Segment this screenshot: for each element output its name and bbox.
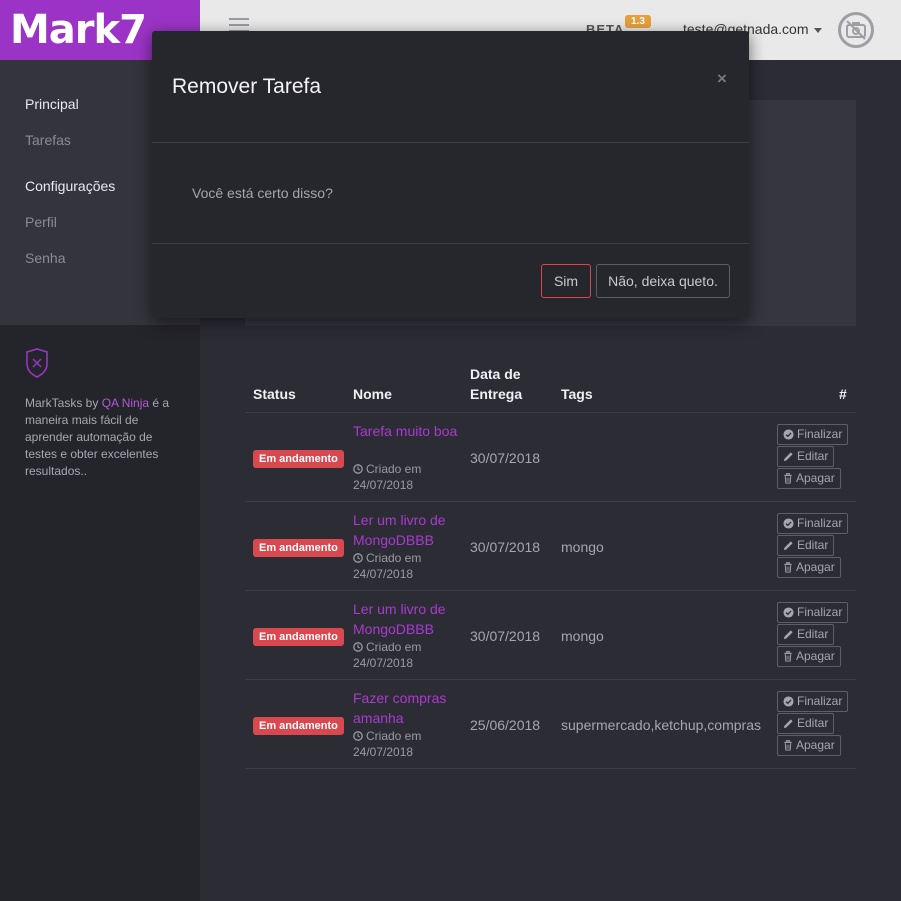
cancel-button[interactable]: Não, deixa queto.: [596, 264, 730, 298]
modal-header-divider: [152, 142, 749, 143]
modal-title: Remover Tarefa: [172, 75, 322, 98]
close-icon[interactable]: ×: [717, 69, 727, 89]
remove-task-modal: Remover Tarefa × Você está certo disso? …: [152, 31, 749, 318]
confirm-button[interactable]: Sim: [541, 264, 591, 298]
modal-footer-divider: [152, 243, 749, 244]
modal-message: Você está certo disso?: [192, 185, 333, 201]
